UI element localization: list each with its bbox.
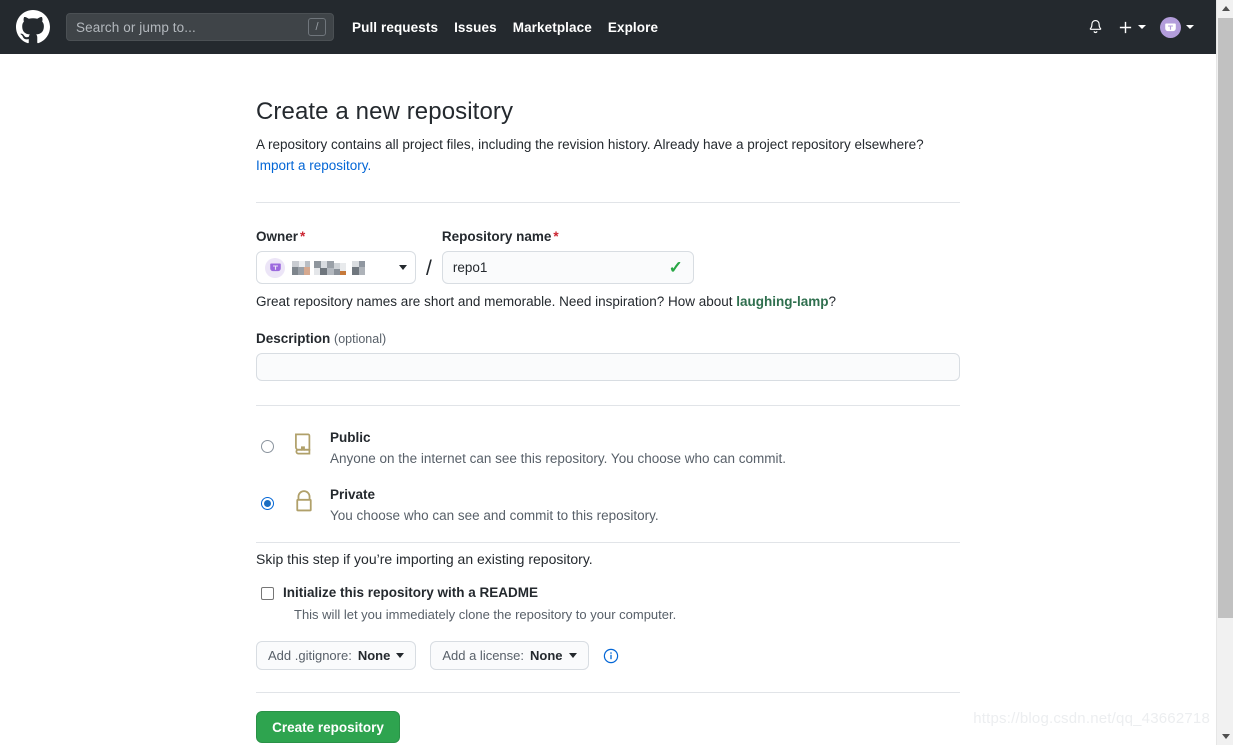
readme-description: This will let you immediately clone the …: [294, 607, 677, 622]
description-input[interactable]: [256, 353, 960, 381]
chevron-down-icon: [568, 653, 577, 658]
initialize-readme-row: Initialize this repository with a README…: [256, 583, 960, 625]
required-marker: *: [553, 229, 559, 244]
page-subtitle-text: A repository contains all project files,…: [256, 137, 924, 152]
chevron-down-icon: [1138, 25, 1146, 29]
suggested-name: laughing-lamp: [736, 294, 829, 309]
divider-bottom: [256, 692, 960, 693]
chevron-down-icon: [1186, 25, 1194, 29]
template-selects-row: Add .gitignore: None Add a license: None: [256, 641, 960, 670]
avatar: [1160, 16, 1181, 38]
vertical-scrollbar[interactable]: [1216, 0, 1233, 745]
skip-step-text: Skip this step if you’re importing an ex…: [256, 551, 593, 567]
repo-book-icon: [292, 432, 316, 461]
divider-visibility: [256, 542, 960, 543]
owner-avatar-icon: [265, 257, 285, 278]
readme-checkbox[interactable]: [261, 587, 274, 600]
visibility-private-description: You choose who can see and commit to thi…: [330, 508, 659, 523]
visibility-option-public[interactable]: Public Anyone on the internet can see th…: [256, 428, 960, 469]
repository-name-value: repo1: [452, 260, 488, 275]
create-new-menu[interactable]: [1118, 20, 1146, 35]
license-value: None: [530, 648, 563, 663]
scrollbar-thumb[interactable]: [1218, 18, 1233, 618]
required-marker: *: [300, 229, 306, 244]
check-icon: ✓: [668, 258, 683, 277]
description-optional-note: (optional): [334, 332, 387, 346]
triangle-up-icon: [1221, 6, 1230, 11]
divider-top: [256, 202, 960, 203]
readme-text-group: Initialize this repository with a README…: [283, 583, 676, 625]
search-shortcut-key: /: [308, 18, 326, 36]
plus-icon: [1119, 21, 1132, 33]
gitignore-prefix: Add .gitignore:: [268, 648, 352, 663]
page-title: Create a new repository: [256, 98, 514, 125]
divider-description: [256, 405, 960, 406]
repository-name-label: Repository name *: [441, 229, 559, 244]
visibility-public-description: Anyone on the internet can see this repo…: [330, 451, 787, 466]
info-circle-icon[interactable]: [603, 648, 619, 664]
visibility-private-text: Private You choose who can see and commi…: [330, 485, 659, 526]
owner-select[interactable]: [256, 251, 416, 284]
license-select[interactable]: Add a license: None: [430, 641, 589, 670]
search-placeholder: Search or jump to...: [76, 19, 196, 35]
radio-public[interactable]: [261, 440, 274, 453]
owner-name-separator: /: [426, 257, 432, 280]
repository-name-input[interactable]: repo1 ✓: [441, 251, 694, 284]
owner-and-name-row: Owner * / Repository name * repo1 ✓: [256, 229, 960, 284]
gitignore-select[interactable]: Add .gitignore: None: [256, 641, 417, 670]
repository-name-hint: Great repository names are short and mem…: [256, 294, 960, 309]
chevron-down-icon: [399, 265, 407, 270]
owner-name-redacted: [292, 260, 392, 275]
lock-icon: [292, 489, 316, 518]
visibility-section: Public Anyone on the internet can see th…: [256, 428, 960, 526]
radio-private[interactable]: [261, 497, 274, 510]
visibility-public-text: Public Anyone on the internet can see th…: [330, 428, 786, 469]
header-actions: [1087, 16, 1200, 38]
account-menu[interactable]: [1160, 16, 1194, 38]
new-repository-form: Create a new repository A repository con…: [256, 98, 960, 743]
nav-item-marketplace[interactable]: Marketplace: [513, 20, 592, 35]
description-label: Description (optional): [256, 331, 387, 346]
bell-icon[interactable]: [1087, 19, 1104, 36]
repository-name-field: Repository name * repo1 ✓: [441, 229, 694, 284]
visibility-private-title: Private: [330, 487, 376, 502]
owner-label: Owner *: [256, 229, 306, 244]
owner-field: Owner *: [256, 229, 416, 284]
create-repository-button[interactable]: Create repository: [256, 711, 400, 743]
nav-item-pull-requests[interactable]: Pull requests: [352, 20, 438, 35]
hint-prefix: Great repository names are short and mem…: [256, 294, 737, 309]
description-field: Description (optional): [256, 331, 960, 381]
scroll-down-button[interactable]: [1217, 728, 1233, 745]
global-header: Search or jump to... / Pull requests Iss…: [0, 0, 1216, 54]
nav-item-issues[interactable]: Issues: [454, 20, 497, 35]
chevron-down-icon: [396, 653, 405, 658]
gitignore-value: None: [357, 648, 391, 663]
scroll-up-button[interactable]: [1217, 0, 1233, 17]
nav-item-explore[interactable]: Explore: [608, 20, 658, 35]
visibility-option-private[interactable]: Private You choose who can see and commi…: [256, 485, 960, 526]
page-subtitle: A repository contains all project files,…: [256, 134, 960, 176]
triangle-down-icon: [1221, 734, 1230, 739]
watermark: https://blog.csdn.net/qq_43662718: [973, 710, 1210, 727]
page-body: Create a new repository A repository con…: [0, 54, 1216, 745]
license-prefix: Add a license:: [442, 648, 525, 663]
search-input[interactable]: Search or jump to... /: [66, 13, 334, 41]
import-repository-link[interactable]: Import a repository.: [256, 158, 371, 173]
readme-title: Initialize this repository with a README: [283, 585, 539, 600]
github-mark-icon[interactable]: [16, 10, 50, 44]
primary-nav: Pull requests Issues Marketplace Explore: [352, 20, 658, 35]
visibility-public-title: Public: [330, 430, 371, 445]
hint-suffix: ?: [828, 294, 837, 309]
